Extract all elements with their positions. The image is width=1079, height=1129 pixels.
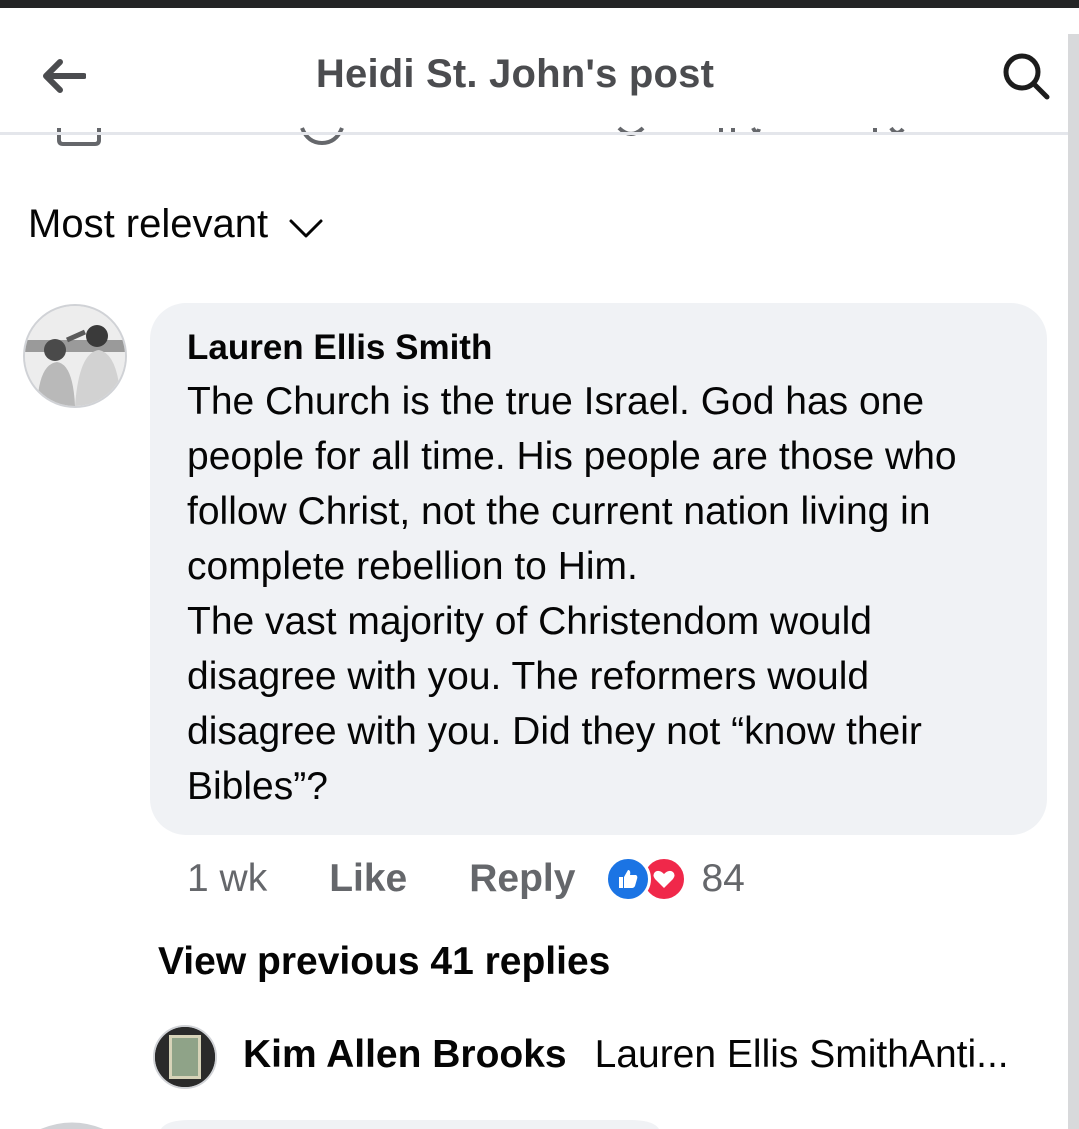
- chevron-down-icon: [289, 219, 323, 237]
- header-bar: Heidi St. John's post: [0, 8, 1068, 132]
- comment-actions: 1 wk Like Reply 84: [187, 853, 745, 905]
- reactions-summary[interactable]: 84: [605, 856, 745, 902]
- scrollbar[interactable]: [1068, 34, 1079, 1129]
- status-bar: [0, 0, 1079, 8]
- view-previous-replies-link[interactable]: View previous 41 replies: [158, 940, 610, 984]
- comment-line: complete rebellion to Him.: [187, 545, 638, 588]
- comment-line: people for all time. His people are thos…: [187, 435, 957, 478]
- comment-text: The Church is the true Israel. God has o…: [187, 374, 1037, 814]
- share-icon: [55, 126, 105, 146]
- reaction-icons-row: [615, 126, 915, 146]
- comment-icon: [298, 126, 348, 146]
- comment-line: The Church is the true Israel. God has o…: [187, 380, 925, 423]
- comment-line: disagree with you. Did they not “know th…: [187, 710, 922, 753]
- comment-timestamp[interactable]: 1 wk: [187, 857, 267, 901]
- comment-line: follow Christ, not the current nation li…: [187, 490, 931, 533]
- sort-dropdown[interactable]: Most relevant: [28, 202, 324, 247]
- reply-author[interactable]: Kim Allen Brooks: [243, 1033, 567, 1077]
- reaction-count: 84: [701, 857, 745, 900]
- comment-line: disagree with you. The reformers would: [187, 655, 870, 698]
- reply-preview: Lauren Ellis SmithAnti...: [594, 1033, 1009, 1076]
- like-button[interactable]: Like: [329, 857, 407, 901]
- sort-label: Most relevant: [28, 202, 269, 246]
- search-button[interactable]: [996, 48, 1056, 104]
- latest-reply[interactable]: Kim Allen Brooks Lauren Ellis SmithAnti.…: [243, 1033, 1009, 1077]
- search-icon: [1003, 53, 1050, 100]
- page-title: Heidi St. John's post: [315, 52, 715, 96]
- next-comment-bubble: [160, 1118, 660, 1129]
- like-reaction-icon: [605, 856, 652, 902]
- comment-line: Bibles”?: [187, 765, 328, 808]
- header-divider: [0, 132, 1068, 135]
- commenter-avatar[interactable]: [23, 304, 127, 408]
- comment-line: The vast majority of Christendom would: [187, 600, 872, 643]
- comment-author[interactable]: Lauren Ellis Smith: [187, 328, 492, 368]
- reply-button[interactable]: Reply: [469, 857, 575, 901]
- next-avatar: [32, 1118, 112, 1129]
- reply-avatar[interactable]: [153, 1025, 217, 1089]
